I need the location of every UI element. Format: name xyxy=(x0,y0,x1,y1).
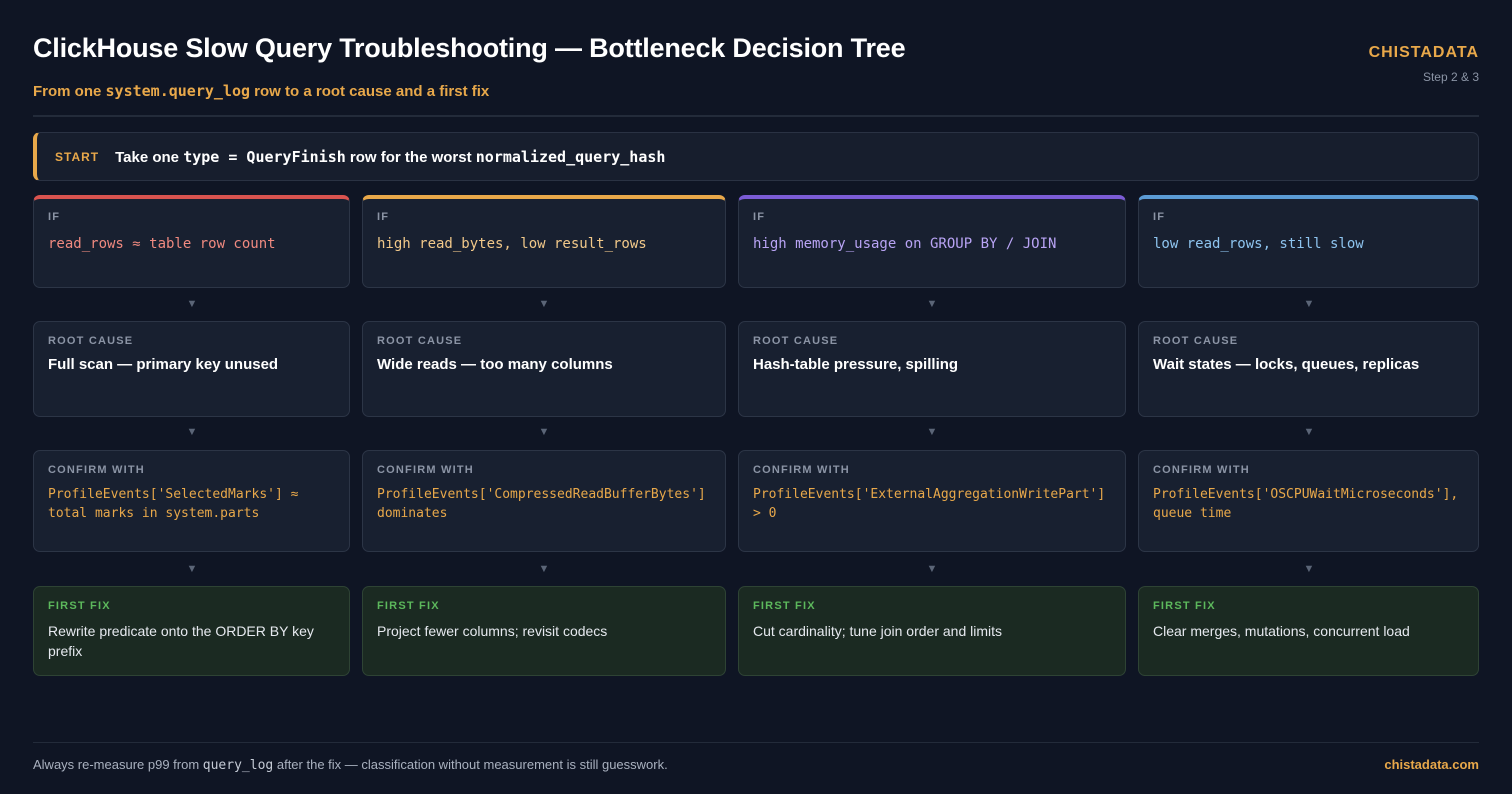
start-text: Take one type = QueryFinish row for the … xyxy=(115,148,665,166)
first-fix-text: Clear merges, mutations, concurrent load xyxy=(1153,623,1410,639)
subtitle-code: system.query_log xyxy=(105,82,251,100)
branch-3-condition: IF high memory_usage on GROUP BY / JOIN xyxy=(738,195,1126,288)
footer-note-pre: Always re-measure p99 from xyxy=(33,757,203,772)
branch-2-root-cause: ROOT CAUSE Wide reads — too many columns xyxy=(362,321,726,417)
footer-note-post: after the fix — classification without m… xyxy=(273,757,668,772)
first-fix-text: Cut cardinality; tune join order and lim… xyxy=(753,623,1003,639)
arrow-down-icon: ▼ xyxy=(538,426,550,438)
branch-1-first-fix: FIRST FIX Rewrite predicate onto the ORD… xyxy=(33,586,350,676)
if-label: IF xyxy=(753,211,766,223)
start-tag: START xyxy=(55,149,100,164)
arrow-down-icon: ▼ xyxy=(186,563,198,575)
subtitle-text: From one xyxy=(33,83,106,100)
condition-text: high memory_usage on GROUP BY / JOIN xyxy=(753,236,1057,252)
first-fix-label: FIRST FIX xyxy=(377,600,440,612)
branch-4-confirm: CONFIRM WITH ProfileEvents['OSCPUWaitMic… xyxy=(1138,450,1479,552)
root-cause-text: Full scan — primary key unused xyxy=(48,356,279,373)
arrow-down-icon: ▼ xyxy=(1303,298,1315,310)
confirm-text: ProfileEvents['SelectedMarks'] ≈ total m… xyxy=(48,487,299,521)
arrow-down-icon: ▼ xyxy=(1303,426,1315,438)
footer-note: Always re-measure p99 from query_log aft… xyxy=(33,757,668,773)
first-fix-label: FIRST FIX xyxy=(48,600,111,612)
confirm-label: CONFIRM WITH xyxy=(753,464,850,476)
confirm-label: CONFIRM WITH xyxy=(1153,464,1250,476)
arrow-down-icon: ▼ xyxy=(186,298,198,310)
root-cause-text: Wait states — locks, queues, replicas xyxy=(1153,356,1420,373)
page-subtitle: From one system.query_log row to a root … xyxy=(33,82,1479,100)
branch-1-condition: IF read_rows ≈ table row count xyxy=(33,195,350,288)
first-fix-label: FIRST FIX xyxy=(1153,600,1216,612)
arrow-down-icon: ▼ xyxy=(186,426,198,438)
branch-4-first-fix: FIRST FIX Clear merges, mutations, concu… xyxy=(1138,586,1479,676)
start-text-mid: row for the worst xyxy=(345,148,476,166)
root-cause-label: ROOT CAUSE xyxy=(1153,335,1239,347)
root-cause-label: ROOT CAUSE xyxy=(377,335,463,347)
branch-1-confirm: CONFIRM WITH ProfileEvents['SelectedMark… xyxy=(33,450,350,552)
start-text-code2: normalized_query_hash xyxy=(475,147,666,166)
root-cause-text: Wide reads — too many columns xyxy=(377,356,613,373)
branch-1-root-cause: ROOT CAUSE Full scan — primary key unuse… xyxy=(33,321,350,417)
branch-3-first-fix: FIRST FIX Cut cardinality; tune join ord… xyxy=(738,586,1126,676)
start-text-pre: Take one xyxy=(115,148,184,166)
confirm-label: CONFIRM WITH xyxy=(377,464,474,476)
branch-4-root-cause: ROOT CAUSE Wait states — locks, queues, … xyxy=(1138,321,1479,417)
root-cause-label: ROOT CAUSE xyxy=(753,335,839,347)
condition-text: read_rows ≈ table row count xyxy=(48,236,276,252)
condition-text: high read_bytes, low result_rows xyxy=(377,236,647,252)
arrow-down-icon: ▼ xyxy=(1303,563,1315,575)
first-fix-text: Rewrite predicate onto the ORDER BY key … xyxy=(48,623,314,659)
header: ClickHouse Slow Query Troubleshooting — … xyxy=(33,33,1479,117)
arrow-down-icon: ▼ xyxy=(926,563,938,575)
branch-2-first-fix: FIRST FIX Project fewer columns; revisit… xyxy=(362,586,726,676)
if-label: IF xyxy=(1153,211,1166,223)
first-fix-label: FIRST FIX xyxy=(753,600,816,612)
step-indicator: Step 2 & 3 xyxy=(1422,70,1479,84)
root-cause-text: Hash-table pressure, spilling xyxy=(753,356,959,373)
branch-2-confirm: CONFIRM WITH ProfileEvents['CompressedRe… xyxy=(362,450,726,552)
arrow-down-icon: ▼ xyxy=(538,298,550,310)
confirm-text: ProfileEvents['CompressedReadBufferBytes… xyxy=(377,487,706,521)
page-title: ClickHouse Slow Query Troubleshooting — … xyxy=(33,33,906,63)
arrow-down-icon: ▼ xyxy=(926,298,938,310)
confirm-text: ProfileEvents['ExternalAggregationWriteP… xyxy=(753,487,1106,521)
branch-3-root-cause: ROOT CAUSE Hash-table pressure, spilling xyxy=(738,321,1126,417)
footer-divider xyxy=(33,742,1479,743)
first-fix-text: Project fewer columns; revisit codecs xyxy=(377,623,608,639)
start-node: START Take one type = QueryFinish row fo… xyxy=(33,132,1479,181)
condition-text: low read_rows, still slow xyxy=(1153,236,1364,252)
footer-note-code: query_log xyxy=(202,758,274,773)
branch-2-condition: IF high read_bytes, low result_rows xyxy=(362,195,726,288)
brand-logo: CHISTADATA xyxy=(1368,44,1479,61)
arrow-down-icon: ▼ xyxy=(926,426,938,438)
root-cause-label: ROOT CAUSE xyxy=(48,335,134,347)
start-text-code: type = QueryFinish xyxy=(183,147,346,166)
if-label: IF xyxy=(377,211,390,223)
arrow-down-icon: ▼ xyxy=(538,563,550,575)
if-label: IF xyxy=(48,211,61,223)
confirm-text: ProfileEvents['OSCPUWaitMicroseconds'], … xyxy=(1153,487,1459,521)
branch-4-condition: IF low read_rows, still slow xyxy=(1138,195,1479,288)
confirm-label: CONFIRM WITH xyxy=(48,464,145,476)
branch-3-confirm: CONFIRM WITH ProfileEvents['ExternalAggr… xyxy=(738,450,1126,552)
subtitle-text-end: row to a root cause and a first fix xyxy=(250,83,490,100)
footer-url-link[interactable]: chistadata.com xyxy=(1384,757,1479,772)
